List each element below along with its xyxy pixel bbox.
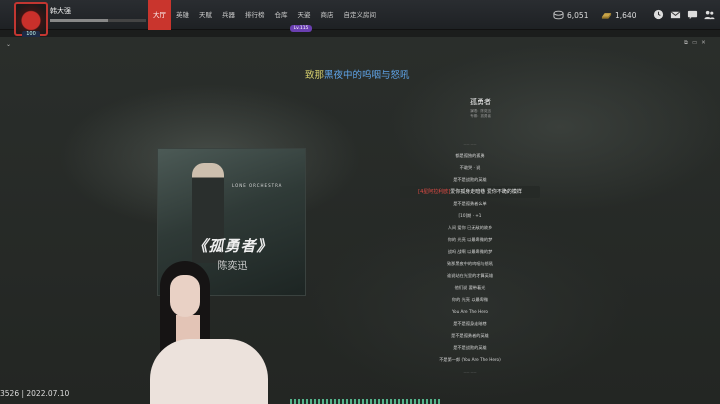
lyric-line[interactable]: 不是第一郎 (You Are The Hero)	[400, 354, 540, 366]
gold-value: 1,640	[615, 10, 637, 20]
album-title: 《孤勇者》	[192, 237, 273, 255]
webcam-body	[150, 339, 268, 404]
lyric-line[interactable]: 致那黑夜中的呜咽与怒吼	[400, 258, 540, 270]
minimize-icon[interactable]: ▭	[692, 40, 697, 47]
lyric-text: 他们说 要带着光	[454, 285, 486, 290]
audio-visualizer	[290, 399, 440, 404]
popout-icon[interactable]: ⧉	[684, 40, 688, 47]
lyric-line-current[interactable]: [4星阿拉利欧]爱你孤身走暗巷 爱你不跪的模样	[400, 186, 540, 198]
lyrics-list[interactable]: —— —— 都是孤独的孤勇 不敢哭 · 说是不是战败的英雄 [4星阿拉利欧]爱你孤身走…	[400, 138, 540, 378]
lyric-line[interactable]: —— ——	[400, 138, 540, 150]
collapse-chevron-icon[interactable]: ⌄	[6, 41, 11, 48]
song-meta-line: 专辑：孤勇者	[470, 114, 491, 118]
lyric-line[interactable]: 人间 爱你 已无敌的故乡	[400, 222, 540, 234]
xp-bar	[50, 19, 146, 22]
coins-counter[interactable]: 6,051	[553, 8, 588, 22]
nav-shop[interactable]: 商店	[316, 0, 339, 30]
lyric-text: 致那黑夜中的呜咽与怒吼	[446, 261, 494, 266]
coins-icon	[553, 10, 564, 20]
lyric-text: 是不是孤身走暗巷	[453, 321, 487, 326]
lyric-headline: 致那黑夜中的呜咽与怒吼	[305, 67, 410, 81]
song-meta: 演唱：陈奕迅 专辑：孤勇者	[470, 109, 491, 119]
mail-icon[interactable]	[670, 9, 681, 20]
lyric-line[interactable]: You Are The Hero	[400, 306, 540, 318]
lyric-text: 不敢哭 · 说	[459, 165, 481, 170]
clock-icon[interactable]	[653, 9, 664, 20]
nav-weapons[interactable]: 兵器	[217, 0, 240, 30]
level-tag: Lv.115	[290, 25, 312, 32]
system-icons	[653, 9, 720, 20]
lyric-text: 战吗 战啊 以最卑微的梦	[447, 249, 493, 254]
stream-watermark: 3526 | 2022.07.10	[0, 389, 70, 398]
lyric-text: You Are The Hero	[452, 309, 488, 314]
nav-custom-room[interactable]: 自定义房间	[339, 0, 382, 30]
xp-bar-fill	[50, 19, 108, 22]
lyric-line[interactable]: 是不是战败的英雄	[400, 174, 540, 186]
lyric-text: 谁说站在光里的才算英雄	[446, 273, 494, 278]
username: 韩大强	[50, 7, 71, 15]
window-controls: ⧉ ▭ ✕	[684, 40, 706, 47]
lyric-line[interactable]: 战吗 战啊 以最卑微的梦	[400, 246, 540, 258]
lyric-line[interactable]: 你的 光亮 以最卑微的梦	[400, 234, 540, 246]
nav-storage[interactable]: 仓库	[270, 0, 293, 30]
top-bar: 100 韩大强 大厅 英雄 天赋 兵器 排行榜 仓库 天姿 商店 自定义房间 L…	[0, 0, 720, 38]
lyric-text: 都是孤独的孤勇	[455, 153, 485, 158]
nav-heroes[interactable]: 英雄	[171, 0, 194, 30]
lyric-line[interactable]: —— ——	[400, 366, 540, 378]
lyric-text: 你的 光亮 以最卑微的梦	[447, 237, 493, 242]
lyric-text: 你的 光亮 以最卑微	[451, 297, 489, 302]
album-small-title: LONE ORCHESTRA	[232, 183, 283, 188]
lyric-line[interactable]: 你的 光亮 以最卑微	[400, 294, 540, 306]
lyric-line[interactable]: 是不是战败的英雄	[400, 342, 540, 354]
lyric-text: 是不是战败的英雄	[453, 177, 487, 182]
lyric-line[interactable]: 是不是孤勇者么单	[400, 198, 540, 210]
lyric-text: 不是第一郎 (You Are The Hero)	[439, 357, 501, 362]
webcam-overlay	[150, 259, 270, 404]
gold-counter[interactable]: 1,640	[601, 8, 636, 22]
lyric-text: 人间 爱你 已无敌的故乡	[447, 225, 493, 230]
lyric-line[interactable]: [10]期 · +1	[400, 210, 540, 222]
lyric-text: 是不是战败的英雄	[453, 345, 487, 350]
lyric-text: [10]期 · +1	[458, 213, 482, 218]
gold-bar-icon	[601, 13, 612, 19]
webcam-face	[170, 275, 200, 317]
coins-value: 6,051	[567, 10, 589, 20]
song-title: 孤勇者	[470, 98, 491, 106]
music-player-panel: ⌄ ⧉ ▭ ✕ 致那黑夜中的呜咽与怒吼 LONE ORCHESTRA 《孤勇者》…	[0, 37, 720, 404]
lyric-text: 是不是孤勇者的英雄	[451, 333, 489, 338]
headline-highlight: 黑夜中的呜咽与怒吼	[324, 70, 410, 81]
lyric-speaker-tag: [4星阿拉利欧]	[418, 189, 451, 195]
lyric-line[interactable]: 是不是孤勇者的英雄	[400, 330, 540, 342]
nav-lobby[interactable]: 大厅	[148, 0, 171, 30]
lyric-text: 是不是孤勇者么单	[453, 201, 487, 206]
lyric-text: 爱你孤身走暗巷 爱你不跪的模样	[450, 189, 522, 195]
chat-icon[interactable]	[687, 9, 698, 20]
lyric-line[interactable]: 都是孤独的孤勇	[400, 150, 540, 162]
headline-prefix: 致那	[305, 70, 325, 81]
lyric-line[interactable]: 他们说 要带着光	[400, 282, 540, 294]
main-nav: 大厅 英雄 天赋 兵器 排行榜 仓库 天姿 商店 自定义房间	[148, 0, 381, 30]
nav-leaderboard[interactable]: 排行榜	[240, 0, 270, 30]
nav-talents[interactable]: 天赋	[194, 0, 217, 30]
lyric-line[interactable]: 是不是孤身走暗巷	[400, 318, 540, 330]
people-icon[interactable]	[704, 9, 715, 20]
close-icon[interactable]: ✕	[701, 40, 706, 47]
lyric-text: —— ——	[463, 370, 477, 374]
lyric-line[interactable]: 不敢哭 · 说	[400, 162, 540, 174]
lyric-text: —— ——	[463, 142, 477, 146]
lyric-line[interactable]: 谁说站在光里的才算英雄	[400, 270, 540, 282]
